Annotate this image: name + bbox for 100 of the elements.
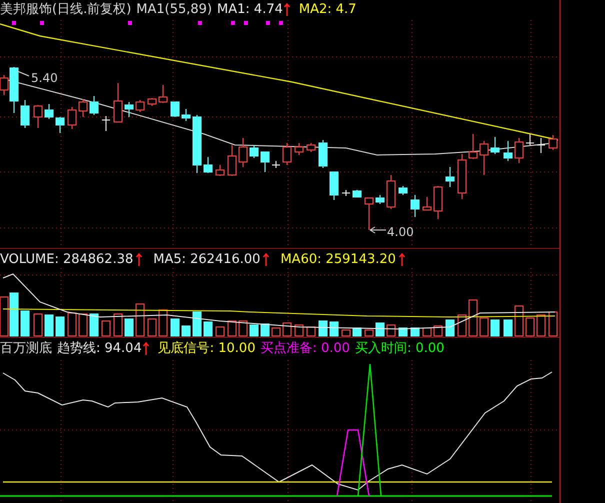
candlestick <box>136 100 144 112</box>
price-label: 5.40 <box>31 71 58 85</box>
candlestick <box>78 98 88 118</box>
volume-bar <box>352 328 362 336</box>
legend-value: 见底信号: 10.00 <box>158 340 256 357</box>
candlestick <box>216 164 224 176</box>
candlestick <box>182 108 190 122</box>
candlestick <box>272 160 280 168</box>
stock-title: 美邦服饰(日线.前复权) <box>0 1 132 18</box>
leader-line <box>370 226 386 234</box>
volume-bar <box>434 326 442 336</box>
legend-value: 买点准备: 0.00 <box>260 340 350 357</box>
indicator-params: MA1(55,89) <box>136 1 212 18</box>
volume-bar <box>342 330 350 336</box>
candlestick <box>170 102 180 118</box>
volume-bar <box>238 320 248 336</box>
volume-bar <box>158 310 168 336</box>
volume-bar <box>34 314 42 336</box>
volume-bar <box>480 318 488 336</box>
volume-bar <box>216 326 224 336</box>
volume-bar <box>260 324 270 336</box>
volume-bar <box>90 314 98 336</box>
candlestick <box>250 144 258 158</box>
candlestick <box>468 134 478 160</box>
candlestick <box>376 194 384 204</box>
volume-bar <box>136 304 144 336</box>
candlestick <box>330 172 338 200</box>
candlestick <box>548 134 558 150</box>
candlestick <box>192 114 202 174</box>
volume-bar <box>44 314 54 336</box>
volume-bar <box>446 320 454 336</box>
candlestick <box>446 166 454 188</box>
candlestick <box>526 134 534 146</box>
leader-line <box>16 70 30 76</box>
volume-bar <box>526 318 534 336</box>
volume-bar <box>318 320 328 336</box>
candlestick <box>434 186 442 220</box>
candlestick <box>148 98 156 106</box>
price-label: 4.00 <box>387 225 414 239</box>
candlestick <box>102 116 110 132</box>
square-marker-icon <box>40 21 44 25</box>
candlestick <box>364 198 374 230</box>
volume-bar <box>170 318 180 336</box>
volume-bar <box>78 314 88 336</box>
volume-bar <box>458 314 466 336</box>
square-marker-icon <box>279 21 283 25</box>
candlestick <box>56 116 64 134</box>
candlestick <box>410 194 420 218</box>
volume-bar <box>250 324 258 336</box>
volume-bar <box>468 300 478 336</box>
candlestick <box>294 142 304 156</box>
legend-value: 趋势线: 94.04 <box>57 340 142 357</box>
square-marker-icon <box>128 21 132 25</box>
volume-bar <box>272 328 280 336</box>
indicator-title: 百万测底 <box>0 340 52 357</box>
candlestick <box>480 140 488 176</box>
square-marker-icon <box>198 21 202 25</box>
volume-bar <box>56 316 64 336</box>
volume-bar <box>504 320 512 336</box>
volume-bar <box>148 318 156 336</box>
candlestick <box>342 190 350 196</box>
volume-bar <box>548 312 558 336</box>
candlestick <box>352 190 362 198</box>
candlestick <box>90 96 98 116</box>
volume-bar <box>398 328 408 336</box>
square-marker-icon <box>12 21 16 25</box>
candlestick <box>490 136 500 154</box>
candlestick <box>504 140 512 162</box>
candlestick <box>44 104 54 120</box>
legend-value: 买入时间: 0.00 <box>354 340 444 357</box>
volume-bar <box>204 322 212 336</box>
volume-bar <box>376 322 384 336</box>
square-marker-icon <box>244 21 248 25</box>
candlestick <box>228 144 236 176</box>
candlestick <box>114 82 122 122</box>
volume-bar <box>114 314 122 336</box>
candlestick <box>260 152 270 172</box>
volume-bar <box>536 314 546 336</box>
candlestick <box>318 140 328 168</box>
volume-bar <box>10 292 18 336</box>
candlestick <box>34 104 42 128</box>
candlestick <box>514 138 524 164</box>
candlestick <box>398 186 408 196</box>
volume-bar <box>102 320 110 336</box>
candlestick <box>536 138 546 154</box>
volume-bar <box>294 324 304 336</box>
square-marker-icon <box>231 21 235 25</box>
volume-bar <box>228 320 236 336</box>
candlestick <box>68 106 76 130</box>
volume-bar <box>124 318 134 336</box>
volume-bar <box>386 324 396 336</box>
volume-bar <box>364 330 374 336</box>
candlestick <box>20 100 30 128</box>
volume-bar <box>306 326 316 336</box>
candlestick <box>386 174 396 210</box>
candlestick <box>158 84 168 104</box>
volume-bar <box>490 320 500 336</box>
square-marker-icon <box>266 21 270 25</box>
volume-bar <box>182 326 190 336</box>
volume-bar <box>68 312 76 336</box>
